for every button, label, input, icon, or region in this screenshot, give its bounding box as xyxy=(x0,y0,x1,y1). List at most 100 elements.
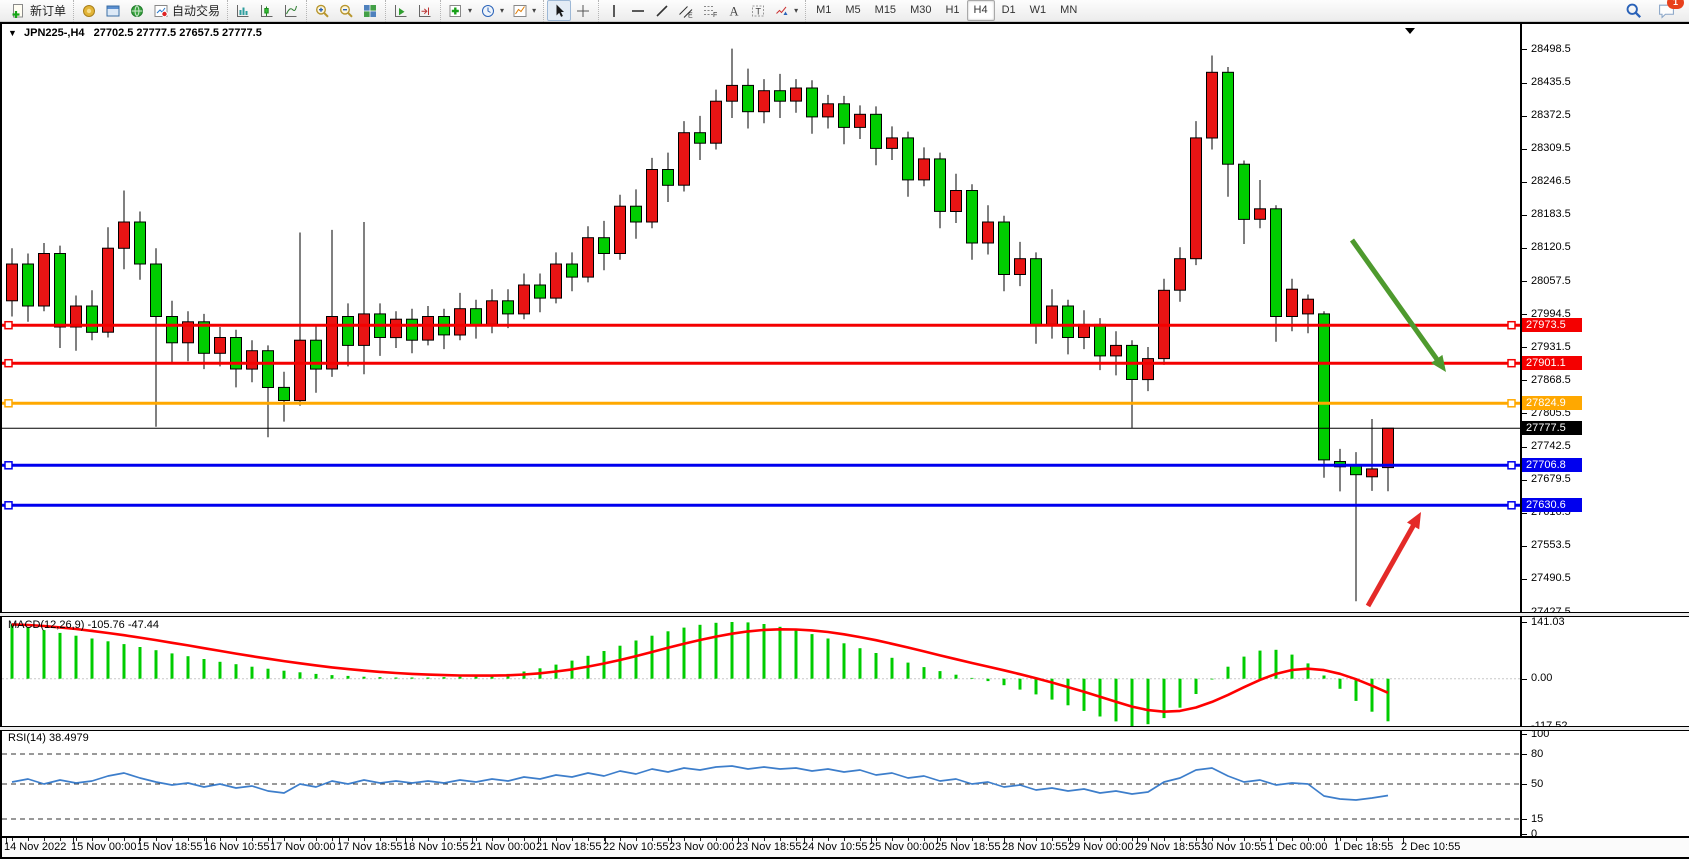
candles-mode-button[interactable] xyxy=(255,0,279,21)
chart-collapse-icon[interactable]: ▼ xyxy=(8,28,17,38)
zoom-in-button[interactable] xyxy=(310,0,334,21)
time-label: 17 Nov 00:00 xyxy=(270,841,335,853)
candle-body xyxy=(599,238,610,254)
chart-shift-marker-icon[interactable] xyxy=(1405,28,1415,34)
line-handle[interactable] xyxy=(1508,400,1515,407)
candle-body xyxy=(775,91,786,102)
hline-icon xyxy=(630,3,646,19)
time-label: 15 Nov 18:55 xyxy=(137,841,202,853)
trendline-button[interactable] xyxy=(650,0,674,21)
crosshair-button[interactable] xyxy=(571,0,595,21)
bars-mode-button[interactable] xyxy=(231,0,255,21)
red-up-arrow[interactable] xyxy=(1368,512,1421,606)
timeframe-button-D1[interactable]: D1 xyxy=(995,0,1023,21)
line-handle[interactable] xyxy=(1508,322,1515,329)
candle-body xyxy=(695,133,706,144)
toolbar-group xyxy=(385,0,440,22)
timeframe-button-M15[interactable]: M15 xyxy=(868,0,903,21)
time-label: 17 Nov 18:55 xyxy=(337,841,402,853)
toolbar-group: 新订单 xyxy=(4,0,73,22)
market-news-button[interactable] xyxy=(125,0,149,21)
search-button[interactable] xyxy=(1621,0,1646,21)
indicators-button[interactable]: ▾ xyxy=(444,0,476,21)
channel-button[interactable]: E xyxy=(674,0,698,21)
timeframe-button-W1[interactable]: W1 xyxy=(1023,0,1054,21)
timeframe-button-MN[interactable]: MN xyxy=(1053,0,1084,21)
line-handle[interactable] xyxy=(5,400,12,407)
zoom-out-button[interactable] xyxy=(334,0,358,21)
arrows-objects-button[interactable]: ▾ xyxy=(770,0,802,21)
line-handle[interactable] xyxy=(1508,360,1515,367)
toolbar-group xyxy=(227,0,306,22)
chevron-down-icon: ▾ xyxy=(500,6,504,15)
new-order-button[interactable]: 新订单 xyxy=(7,0,70,21)
axis-tick xyxy=(1522,819,1527,820)
candle-body xyxy=(1111,345,1122,356)
panel-splitter-macd[interactable] xyxy=(0,612,1689,617)
timeframe-button-H1[interactable]: H1 xyxy=(938,0,966,21)
axis-tick xyxy=(1522,447,1527,448)
templates-button[interactable]: ▾ xyxy=(508,0,540,21)
axis-tick xyxy=(1522,754,1527,755)
axis-tick xyxy=(1522,215,1527,216)
line-handle[interactable] xyxy=(1508,502,1515,509)
text-button[interactable]: A xyxy=(722,0,746,21)
axis-tick xyxy=(1522,679,1527,680)
periods-button[interactable]: ▾ xyxy=(476,0,508,21)
timeframe-button-M1[interactable]: M1 xyxy=(809,0,838,21)
time-label: 18 Nov 10:55 xyxy=(403,841,468,853)
candle-body xyxy=(1175,259,1186,291)
candle-body xyxy=(359,314,370,346)
time-label: 25 Nov 00:00 xyxy=(869,841,934,853)
main-toolbar: 新订单自动交易▾▾▾EFAT▾M1M5M15M30H1H4D1W1MN1 xyxy=(0,0,1689,22)
line-handle[interactable] xyxy=(1508,462,1515,469)
macd-axis-label: 0.00 xyxy=(1531,672,1552,684)
axis-tick xyxy=(1522,513,1527,514)
auto-scroll-button[interactable] xyxy=(389,0,413,21)
line-handle[interactable] xyxy=(5,462,12,469)
toolbar-group: EFAT▾ xyxy=(598,0,805,22)
panel-splitter-rsi[interactable] xyxy=(0,726,1689,731)
candle-body xyxy=(215,338,226,354)
candle-body xyxy=(263,351,274,388)
line-handle[interactable] xyxy=(5,322,12,329)
shapes-icon xyxy=(774,3,790,19)
timeframe-button-M30[interactable]: M30 xyxy=(903,0,938,21)
vertical-line-button[interactable] xyxy=(602,0,626,21)
community-button[interactable] xyxy=(77,0,101,21)
notifications-button[interactable]: 1 xyxy=(1654,0,1679,21)
fibonacci-icon: F xyxy=(702,3,718,19)
candle-body xyxy=(1047,306,1058,324)
macd-axis-label: 141.03 xyxy=(1531,616,1565,628)
tile-windows-button[interactable] xyxy=(358,0,382,21)
candle-body xyxy=(1367,469,1378,477)
line-handle[interactable] xyxy=(5,360,12,367)
main-price-chart xyxy=(2,24,1520,612)
time-label: 23 Nov 18:55 xyxy=(736,841,801,853)
tile-windows-icon xyxy=(362,3,378,19)
fibonacci-button[interactable]: F xyxy=(698,0,722,21)
price-tick-label: 28183.5 xyxy=(1531,208,1571,220)
axis-tick xyxy=(1522,579,1527,580)
price-tick-label: 27931.5 xyxy=(1531,341,1571,353)
green-down-arrow[interactable] xyxy=(1352,240,1446,372)
candle-body xyxy=(743,85,754,111)
rsi-axis-label: 15 xyxy=(1531,813,1543,825)
chart-shift-button[interactable] xyxy=(413,0,437,21)
svg-text:A: A xyxy=(730,4,739,18)
text-label-button[interactable]: T xyxy=(746,0,770,21)
axis-tick xyxy=(1522,546,1527,547)
timeframe-button-M5[interactable]: M5 xyxy=(838,0,867,21)
price-badge-27824.9: 27824.9 xyxy=(1522,396,1582,410)
candle-body xyxy=(903,138,914,180)
price-badge-27706.8: 27706.8 xyxy=(1522,458,1582,472)
candle-body xyxy=(1287,289,1298,316)
charts-window-button[interactable] xyxy=(101,0,125,21)
horizontal-line-button[interactable] xyxy=(626,0,650,21)
line-mode-button[interactable] xyxy=(279,0,303,21)
timeframe-button-H4[interactable]: H4 xyxy=(967,0,995,21)
line-handle[interactable] xyxy=(5,502,12,509)
candle-body xyxy=(1255,209,1266,220)
auto-trading-button[interactable]: 自动交易 xyxy=(149,0,224,21)
cursor-button[interactable] xyxy=(547,0,571,21)
